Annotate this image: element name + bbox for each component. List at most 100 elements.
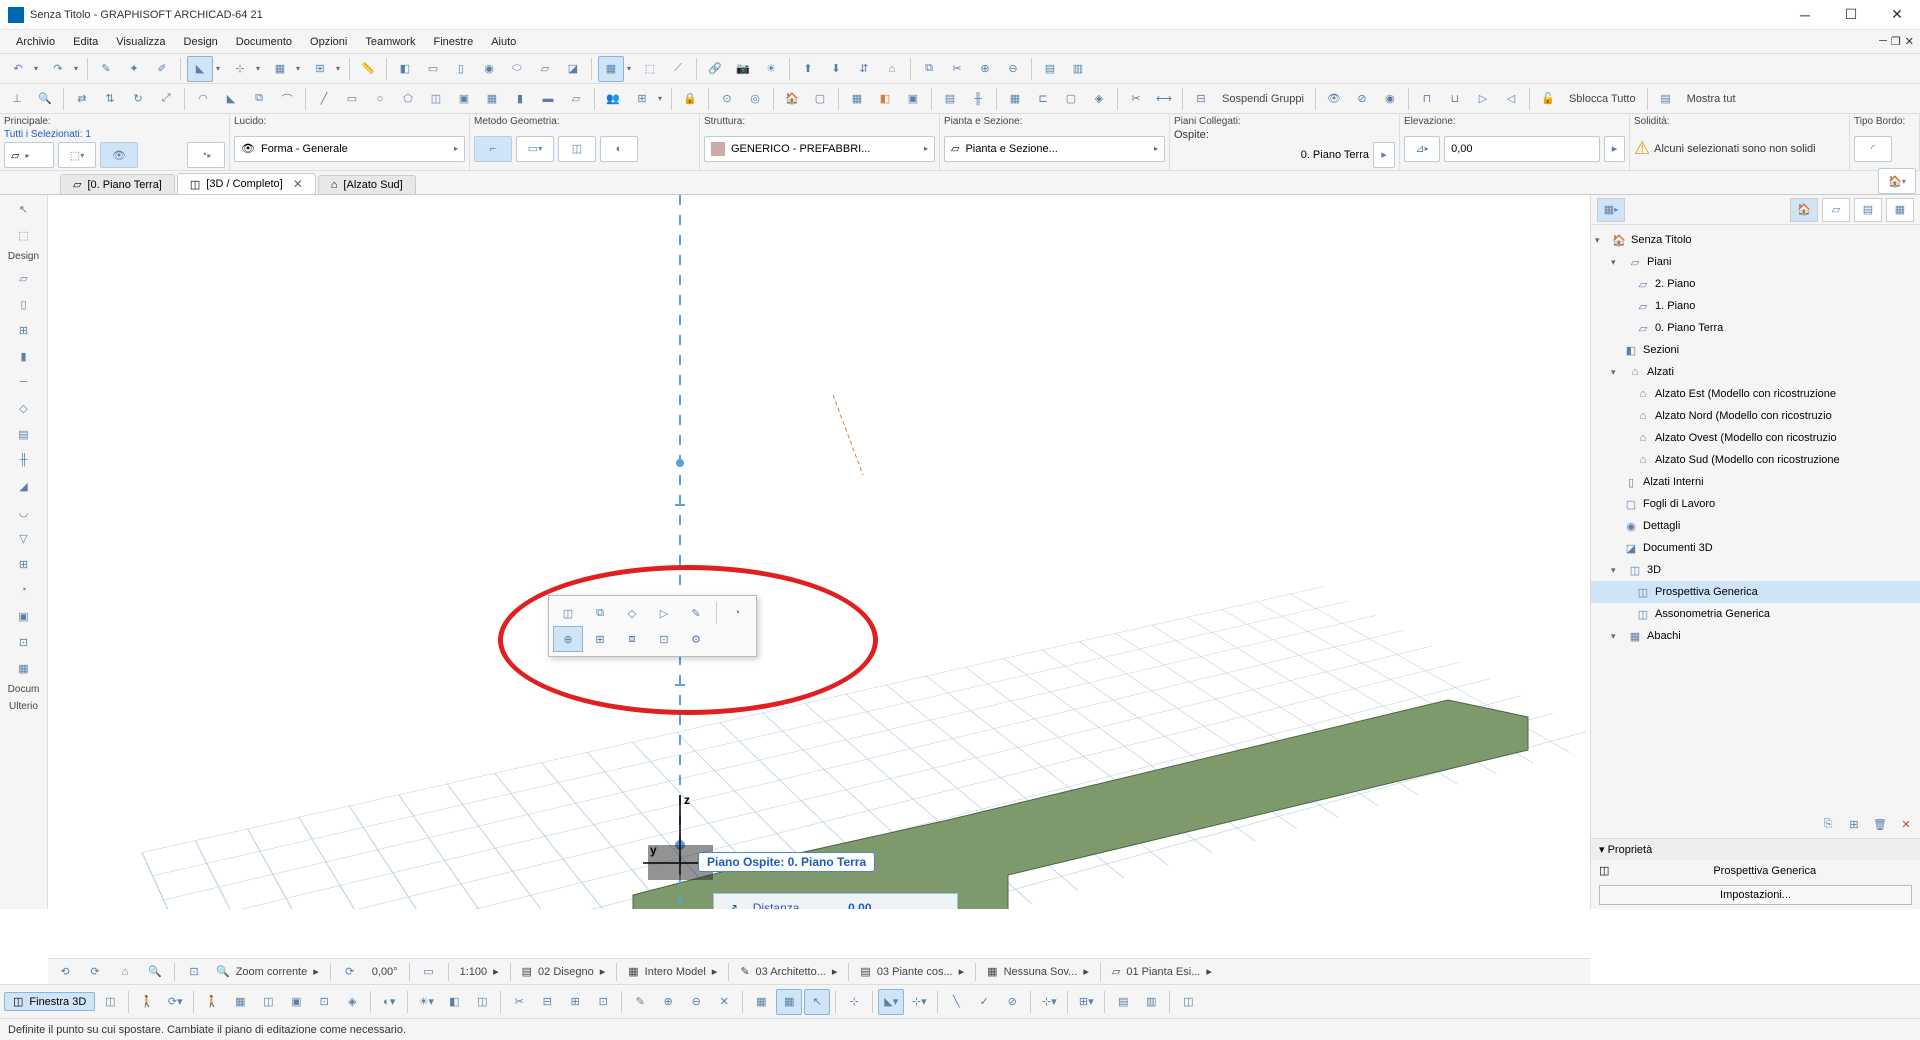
- qo-zoom-icon[interactable]: 🔍: [142, 959, 168, 985]
- object-icon[interactable]: ▣: [900, 86, 926, 112]
- round-icon[interactable]: ◠: [190, 86, 216, 112]
- bt-cut4-icon[interactable]: ⊡: [590, 989, 616, 1015]
- elev-arrow-button[interactable]: ▸: [1604, 136, 1625, 162]
- pet-multiply-icon[interactable]: ⧈: [617, 626, 647, 652]
- bt-edit1-icon[interactable]: ✎: [627, 989, 653, 1015]
- pet-edit-icon[interactable]: ✎: [681, 600, 711, 626]
- mesh-tool-icon[interactable]: ▦: [11, 656, 37, 680]
- rect-icon[interactable]: ▭: [339, 86, 365, 112]
- bt-view6-icon[interactable]: ◈: [339, 989, 365, 1015]
- pet-settings-icon[interactable]: ⚙: [681, 626, 711, 652]
- grid2-icon[interactable]: ▦: [479, 86, 505, 112]
- cw-icon[interactable]: ▦: [1002, 86, 1028, 112]
- bt-shade1-icon[interactable]: ◐▾: [376, 989, 402, 1015]
- arrow-tool-icon[interactable]: ↖: [11, 197, 37, 221]
- qo-scale-icon[interactable]: ▭: [416, 959, 442, 985]
- wall-tool-icon[interactable]: ▱: [11, 266, 37, 290]
- qo-combo-4[interactable]: ▤ 03 Piante cos... ▸: [855, 962, 969, 981]
- layers-icon[interactable]: ▤: [1653, 86, 1679, 112]
- nav-view-tab-2[interactable]: ▱: [1822, 198, 1850, 222]
- marker-icon[interactable]: ◎: [742, 86, 768, 112]
- window-3d-button[interactable]: ◫ Finestra 3D: [4, 992, 95, 1011]
- qo-combo-2[interactable]: ▦ Intero Model ▸: [623, 962, 722, 981]
- show-all-label[interactable]: Mostra tut: [1681, 93, 1742, 105]
- bt-edit4-icon[interactable]: ✕: [711, 989, 737, 1015]
- pet-drag-icon[interactable]: ⊕: [553, 626, 583, 652]
- navigator-tree[interactable]: ▾🏠Senza Titolo ▾▱Piani ▱2. Piano ▱1. Pia…: [1591, 225, 1920, 810]
- pet-extrude-icon[interactable]: ◔: [722, 600, 752, 626]
- nav-close-icon[interactable]: ✕: [1896, 814, 1916, 834]
- nav-trash-icon[interactable]: 🗑: [1870, 814, 1890, 834]
- bt-plane3-icon[interactable]: ↖: [804, 989, 830, 1015]
- measure-icon[interactable]: 📏: [355, 56, 381, 82]
- layer-combo[interactable]: 👁 Forma - Generale▸: [234, 136, 465, 162]
- stair2-tool-icon[interactable]: ▤: [11, 422, 37, 446]
- cutplane-button[interactable]: ▦▾: [597, 56, 635, 82]
- close-button[interactable]: ✕: [1874, 0, 1920, 30]
- geometry-revolve-button[interactable]: ◐: [600, 136, 638, 162]
- offset-icon[interactable]: ⧉: [246, 86, 272, 112]
- collab-icon[interactable]: 👥: [600, 86, 626, 112]
- plane-icon[interactable]: ⟋: [665, 56, 691, 82]
- group-button[interactable]: ⊞▾: [628, 86, 666, 112]
- bt-view3-icon[interactable]: ◫: [255, 989, 281, 1015]
- menu-design[interactable]: Design: [176, 34, 226, 50]
- nav-view-tab-4[interactable]: ▦: [1886, 198, 1914, 222]
- viewport-3d[interactable]: z y x Piano Ospite: 0. Piano Terra ↗Dist…: [48, 195, 1590, 909]
- elev-ref-button[interactable]: ⊿ ▸: [1404, 136, 1440, 162]
- pet-palette[interactable]: ◫ ⧉ ◇ ▷ ✎ ◔ ⊕ ⊞ ⧈ ⊡ ⚙: [548, 595, 757, 657]
- lock-icon[interactable]: 🔒: [677, 86, 703, 112]
- beam-icon[interactable]: ▬: [535, 86, 561, 112]
- geometry-box-button[interactable]: ◫: [558, 136, 596, 162]
- bt-filter1-icon[interactable]: ╲: [943, 989, 969, 1015]
- axis-icon[interactable]: ⊥: [4, 86, 30, 112]
- minimize-button[interactable]: ─: [1782, 0, 1828, 30]
- home2-icon[interactable]: 🏠: [779, 86, 805, 112]
- mdi-restore-icon[interactable]: ❐: [1891, 35, 1901, 48]
- settings-button[interactable]: Impostazioni...: [1599, 885, 1912, 905]
- pet-elevate-icon[interactable]: ⊞: [585, 626, 615, 652]
- show-icon[interactable]: 👁: [1321, 86, 1347, 112]
- mdi-minimize-icon[interactable]: ─: [1879, 35, 1887, 48]
- mdi-close-icon[interactable]: ✕: [1905, 35, 1914, 48]
- zone2-tool-icon[interactable]: ⊡: [11, 630, 37, 654]
- doc3d-tool-icon[interactable]: ◪: [560, 56, 586, 82]
- story-up-icon[interactable]: ⬆: [795, 56, 821, 82]
- bt-view1-icon[interactable]: 🚶: [199, 989, 225, 1015]
- change-icon[interactable]: ⬭: [504, 56, 530, 82]
- bt-cut3-icon[interactable]: ⊞: [562, 989, 588, 1015]
- menu-visualizza[interactable]: Visualizza: [108, 34, 173, 50]
- pet-rotate-icon[interactable]: ◇: [617, 600, 647, 626]
- bt-view2-icon[interactable]: ▦: [227, 989, 253, 1015]
- bt-cut2-icon[interactable]: ⊟: [534, 989, 560, 1015]
- pet-copy-icon[interactable]: ⧉: [585, 600, 615, 626]
- slab-icon[interactable]: ▱: [563, 86, 589, 112]
- pet-mirror-icon[interactable]: ▷: [649, 600, 679, 626]
- link-icon[interactable]: 🔗: [702, 56, 728, 82]
- bt-layer2-icon[interactable]: ▥: [1138, 989, 1164, 1015]
- forward-icon[interactable]: ▷: [1470, 86, 1496, 112]
- bt-grid1-icon[interactable]: ⊞▾: [1073, 989, 1099, 1015]
- split-icon[interactable]: ✂: [1123, 86, 1149, 112]
- bt-plane1-icon[interactable]: ▦: [748, 989, 774, 1015]
- trim-icon[interactable]: ⊖: [1000, 56, 1026, 82]
- poly-icon[interactable]: ⬠: [395, 86, 421, 112]
- bt-snap1-icon[interactable]: ◣▾: [878, 989, 904, 1015]
- zoom-combo[interactable]: 🔍 Zoom corrente ▸: [211, 962, 324, 981]
- bt-cut1-icon[interactable]: ✂: [506, 989, 532, 1015]
- eyedrop-icon[interactable]: ✐: [149, 56, 175, 82]
- bt-orbit-icon[interactable]: ⟳▾: [162, 989, 188, 1015]
- story-down-icon[interactable]: ⬇: [823, 56, 849, 82]
- story-goto-icon[interactable]: ⇵: [851, 56, 877, 82]
- bt-view5-icon[interactable]: ⊡: [311, 989, 337, 1015]
- wand-icon[interactable]: ✦: [121, 56, 147, 82]
- morph2-tool-icon[interactable]: ◔: [11, 578, 37, 602]
- ungroup-icon[interactable]: ⊟: [1188, 86, 1214, 112]
- merge-icon[interactable]: ⊕: [972, 56, 998, 82]
- menu-opzioni[interactable]: Opzioni: [302, 34, 355, 50]
- adjust-icon[interactable]: ⟷: [1151, 86, 1177, 112]
- morph-settings-button[interactable]: ◔ ▸: [187, 142, 225, 168]
- door-icon[interactable]: ⊏: [1030, 86, 1056, 112]
- pick-icon[interactable]: ✎: [93, 56, 119, 82]
- bt-layer1-icon[interactable]: ▤: [1110, 989, 1136, 1015]
